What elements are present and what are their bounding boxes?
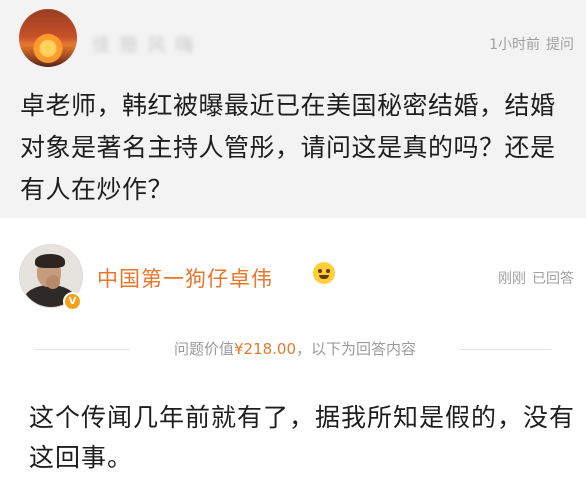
answer-status: 已回答 <box>532 271 574 287</box>
avatar-figure-hand <box>46 275 60 289</box>
question-action-label: 提问 <box>546 37 574 53</box>
verified-badge-icon: V <box>63 292 82 311</box>
question-time: 1小时前 <box>489 37 540 53</box>
answer-meta: 刚刚 已回答 <box>498 268 574 288</box>
answerer-username[interactable]: 中国第一狗仔卓伟 <box>97 263 273 293</box>
asker-avatar[interactable] <box>19 9 77 67</box>
answer-text: 这个传闻几年前就有了，据我所知是假的，没有这回事。 <box>29 403 576 472</box>
answer-time: 刚刚 <box>498 271 526 287</box>
question-price-notice: 问题价值¥218.00，以下为回答内容 <box>130 338 460 360</box>
price-suffix: ，以下为回答内容 <box>296 340 417 358</box>
price-prefix: 问题价值 <box>173 340 234 358</box>
question-meta: 1小时前 提问 <box>489 34 574 54</box>
price-amount: ¥218.00 <box>233 340 297 358</box>
question-card: 佳 赔 风 嗨 1小时前 提问 卓老师，韩红被曝最近已在美国秘密结婚，结婚对象是著… <box>0 0 586 218</box>
asker-username[interactable]: 佳 赔 风 嗨 <box>92 31 195 57</box>
answer-card: V 中国第一狗仔卓伟 刚刚 已回答 问题价值¥218.00，以下为回答内容 这个传… <box>0 218 586 491</box>
smiling-emoji-icon <box>313 262 335 284</box>
question-text: 卓老师，韩红被曝最近已在美国秘密结婚，结婚对象是著名主持人管彤，请问这是真的吗？… <box>20 91 556 204</box>
avatar-figure-hair <box>35 254 65 268</box>
